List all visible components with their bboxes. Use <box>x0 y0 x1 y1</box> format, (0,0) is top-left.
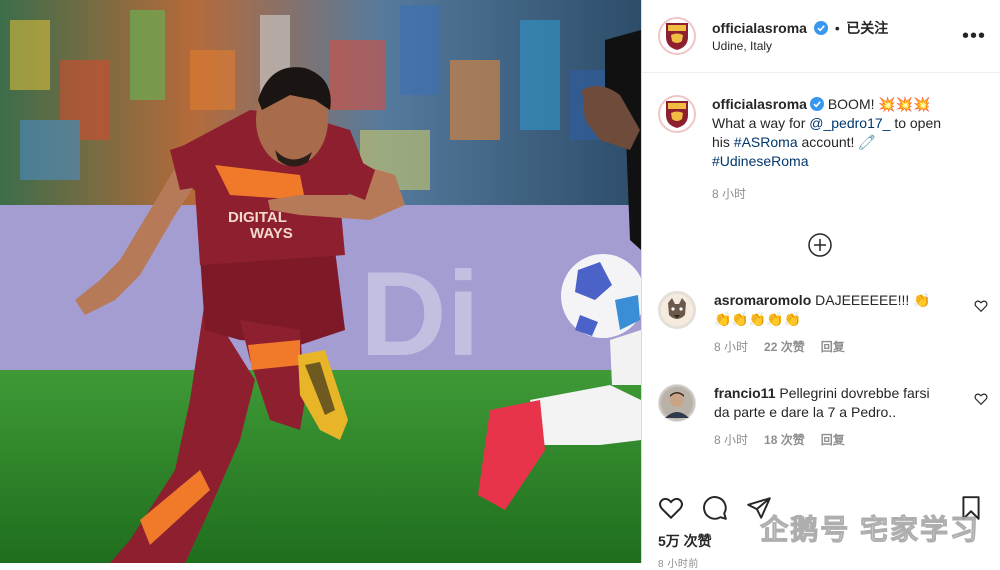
load-more-comments-icon[interactable] <box>808 233 832 257</box>
person-avatar-icon <box>661 387 693 419</box>
caption-username[interactable]: officialasroma <box>712 96 807 112</box>
comment-item: francio11 Pellegrini dovrebbe farsi da p… <box>658 384 988 450</box>
comment-text-2: 👏👏👏👏👏 <box>714 311 802 327</box>
post-caption: officialasroma BOOM! 💥💥💥 What a way for … <box>642 73 1000 204</box>
comment-timestamp: 8 小时 <box>714 433 749 447</box>
comment-likes[interactable]: 22 次赞 <box>764 338 805 357</box>
author-avatar[interactable] <box>658 17 696 55</box>
post-side-panel: officialasroma • 已关注 Udine, Italy ••• of… <box>641 0 1000 570</box>
caption-timestamp: 8 小时 <box>712 187 747 201</box>
roma-crest-icon <box>666 23 688 50</box>
caption-avatar[interactable] <box>658 95 696 133</box>
wolf-avatar-icon <box>661 294 693 326</box>
mention-link[interactable]: @_pedro17_ <box>809 115 890 131</box>
post-photo[interactable]: Di DIGITAL WAYS <box>0 0 641 563</box>
board-text: Di <box>360 247 480 381</box>
like-comment-icon[interactable] <box>974 392 988 406</box>
following-button[interactable]: 已关注 <box>846 20 888 36</box>
shirt-sponsor: DIGITAL <box>228 209 287 226</box>
comment-item: asromaromolo DAJEEEEEE!!! 👏 👏👏👏👏👏 8 小时 2… <box>658 291 988 357</box>
separator-dot: • <box>834 19 840 36</box>
like-comment-icon[interactable] <box>974 299 988 313</box>
more-options-icon[interactable]: ••• <box>962 25 986 48</box>
location-link[interactable]: Udine, Italy <box>712 39 962 54</box>
comment-text: DAJEEEEEE!!! 👏 <box>811 292 931 308</box>
caption-text-1: BOOM! 💥💥💥 <box>823 96 931 112</box>
reply-button[interactable]: 回复 <box>821 431 845 450</box>
reply-button[interactable]: 回复 <box>821 338 845 357</box>
verified-badge-icon <box>814 20 829 35</box>
commenter-avatar[interactable] <box>658 291 696 329</box>
caption-text-4: account! 🧷 <box>797 134 876 150</box>
like-heart-icon[interactable] <box>658 495 684 521</box>
comment-username[interactable]: asromaromolo <box>714 292 811 308</box>
roma-crest-icon <box>666 101 688 128</box>
commenter-avatar[interactable] <box>658 384 696 422</box>
like-count[interactable]: 5万 次赞 <box>658 531 712 551</box>
photo-illustration: Di DIGITAL WAYS <box>0 0 641 563</box>
hashtag-udineseroma[interactable]: #UdineseRoma <box>712 153 809 169</box>
comment-timestamp: 8 小时 <box>714 340 749 354</box>
comment-bubble-icon[interactable] <box>702 495 728 521</box>
comment-likes[interactable]: 18 次赞 <box>764 431 805 450</box>
comment-username[interactable]: francio11 <box>714 385 775 401</box>
watermark: 企鹅号 宅家学习 <box>760 514 980 546</box>
verified-badge-icon <box>809 97 824 111</box>
hashtag-asroma[interactable]: #ASRoma <box>734 134 798 150</box>
author-username[interactable]: officialasroma <box>712 20 807 36</box>
post-modal: Di DIGITAL WAYS officialasroma • 已关注 Udi… <box>0 0 1000 570</box>
post-header: officialasroma • 已关注 Udine, Italy ••• <box>642 0 1000 73</box>
shirt-sponsor-2: WAYS <box>250 225 293 242</box>
caption-text-2: What a way for <box>712 115 810 131</box>
